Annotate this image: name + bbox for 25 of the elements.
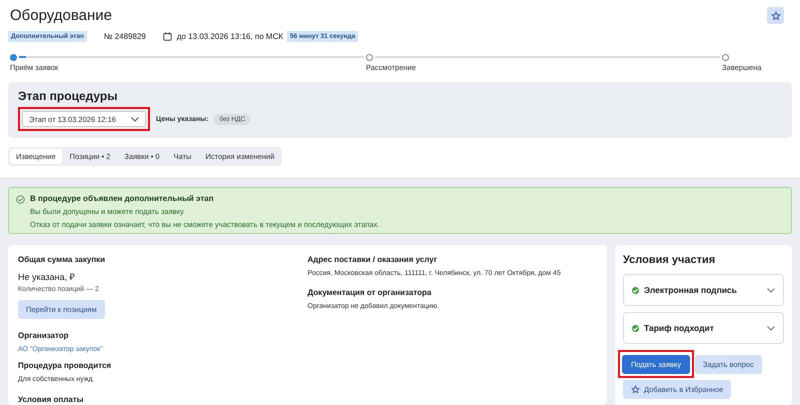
deadline-text: до 13.03.2026 13:16, по МСК [176, 32, 284, 41]
star-icon [631, 385, 640, 394]
condition-label: Электронная подпись [644, 285, 738, 295]
sum-value: Не указана, ₽ [18, 271, 76, 283]
alert-title: В процедуре объявлен дополнительный этап [30, 194, 215, 203]
chevron-icon [767, 326, 775, 330]
chevron-icon [767, 288, 775, 292]
section-heading: Адрес поставки / оказания услуг [308, 255, 438, 264]
check-circle-icon [16, 195, 25, 204]
condition-item[interactable]: Тариф подходит [623, 312, 784, 344]
star-icon [770, 10, 780, 20]
section-heading: Процедура проводится [18, 361, 112, 370]
section-heading: Организатор [18, 331, 70, 340]
section-heading: Документация от организатора [308, 288, 432, 297]
favorite-button[interactable] [767, 7, 784, 24]
section-heading: Условия оплаты [18, 395, 85, 404]
condition-item[interactable]: Электронная подпись [623, 274, 784, 306]
chevron-icon [131, 116, 139, 122]
page-title: Оборудование [10, 6, 112, 24]
conditions-title: Условия участия [623, 254, 716, 266]
condition-label: Тариф подходит [644, 323, 715, 333]
procedure-number: № 2489829 [104, 32, 146, 41]
section-heading: Общая сумма закупки [18, 255, 106, 264]
stage-title: Этап процедуры [18, 89, 118, 103]
calendar-icon [162, 32, 172, 41]
